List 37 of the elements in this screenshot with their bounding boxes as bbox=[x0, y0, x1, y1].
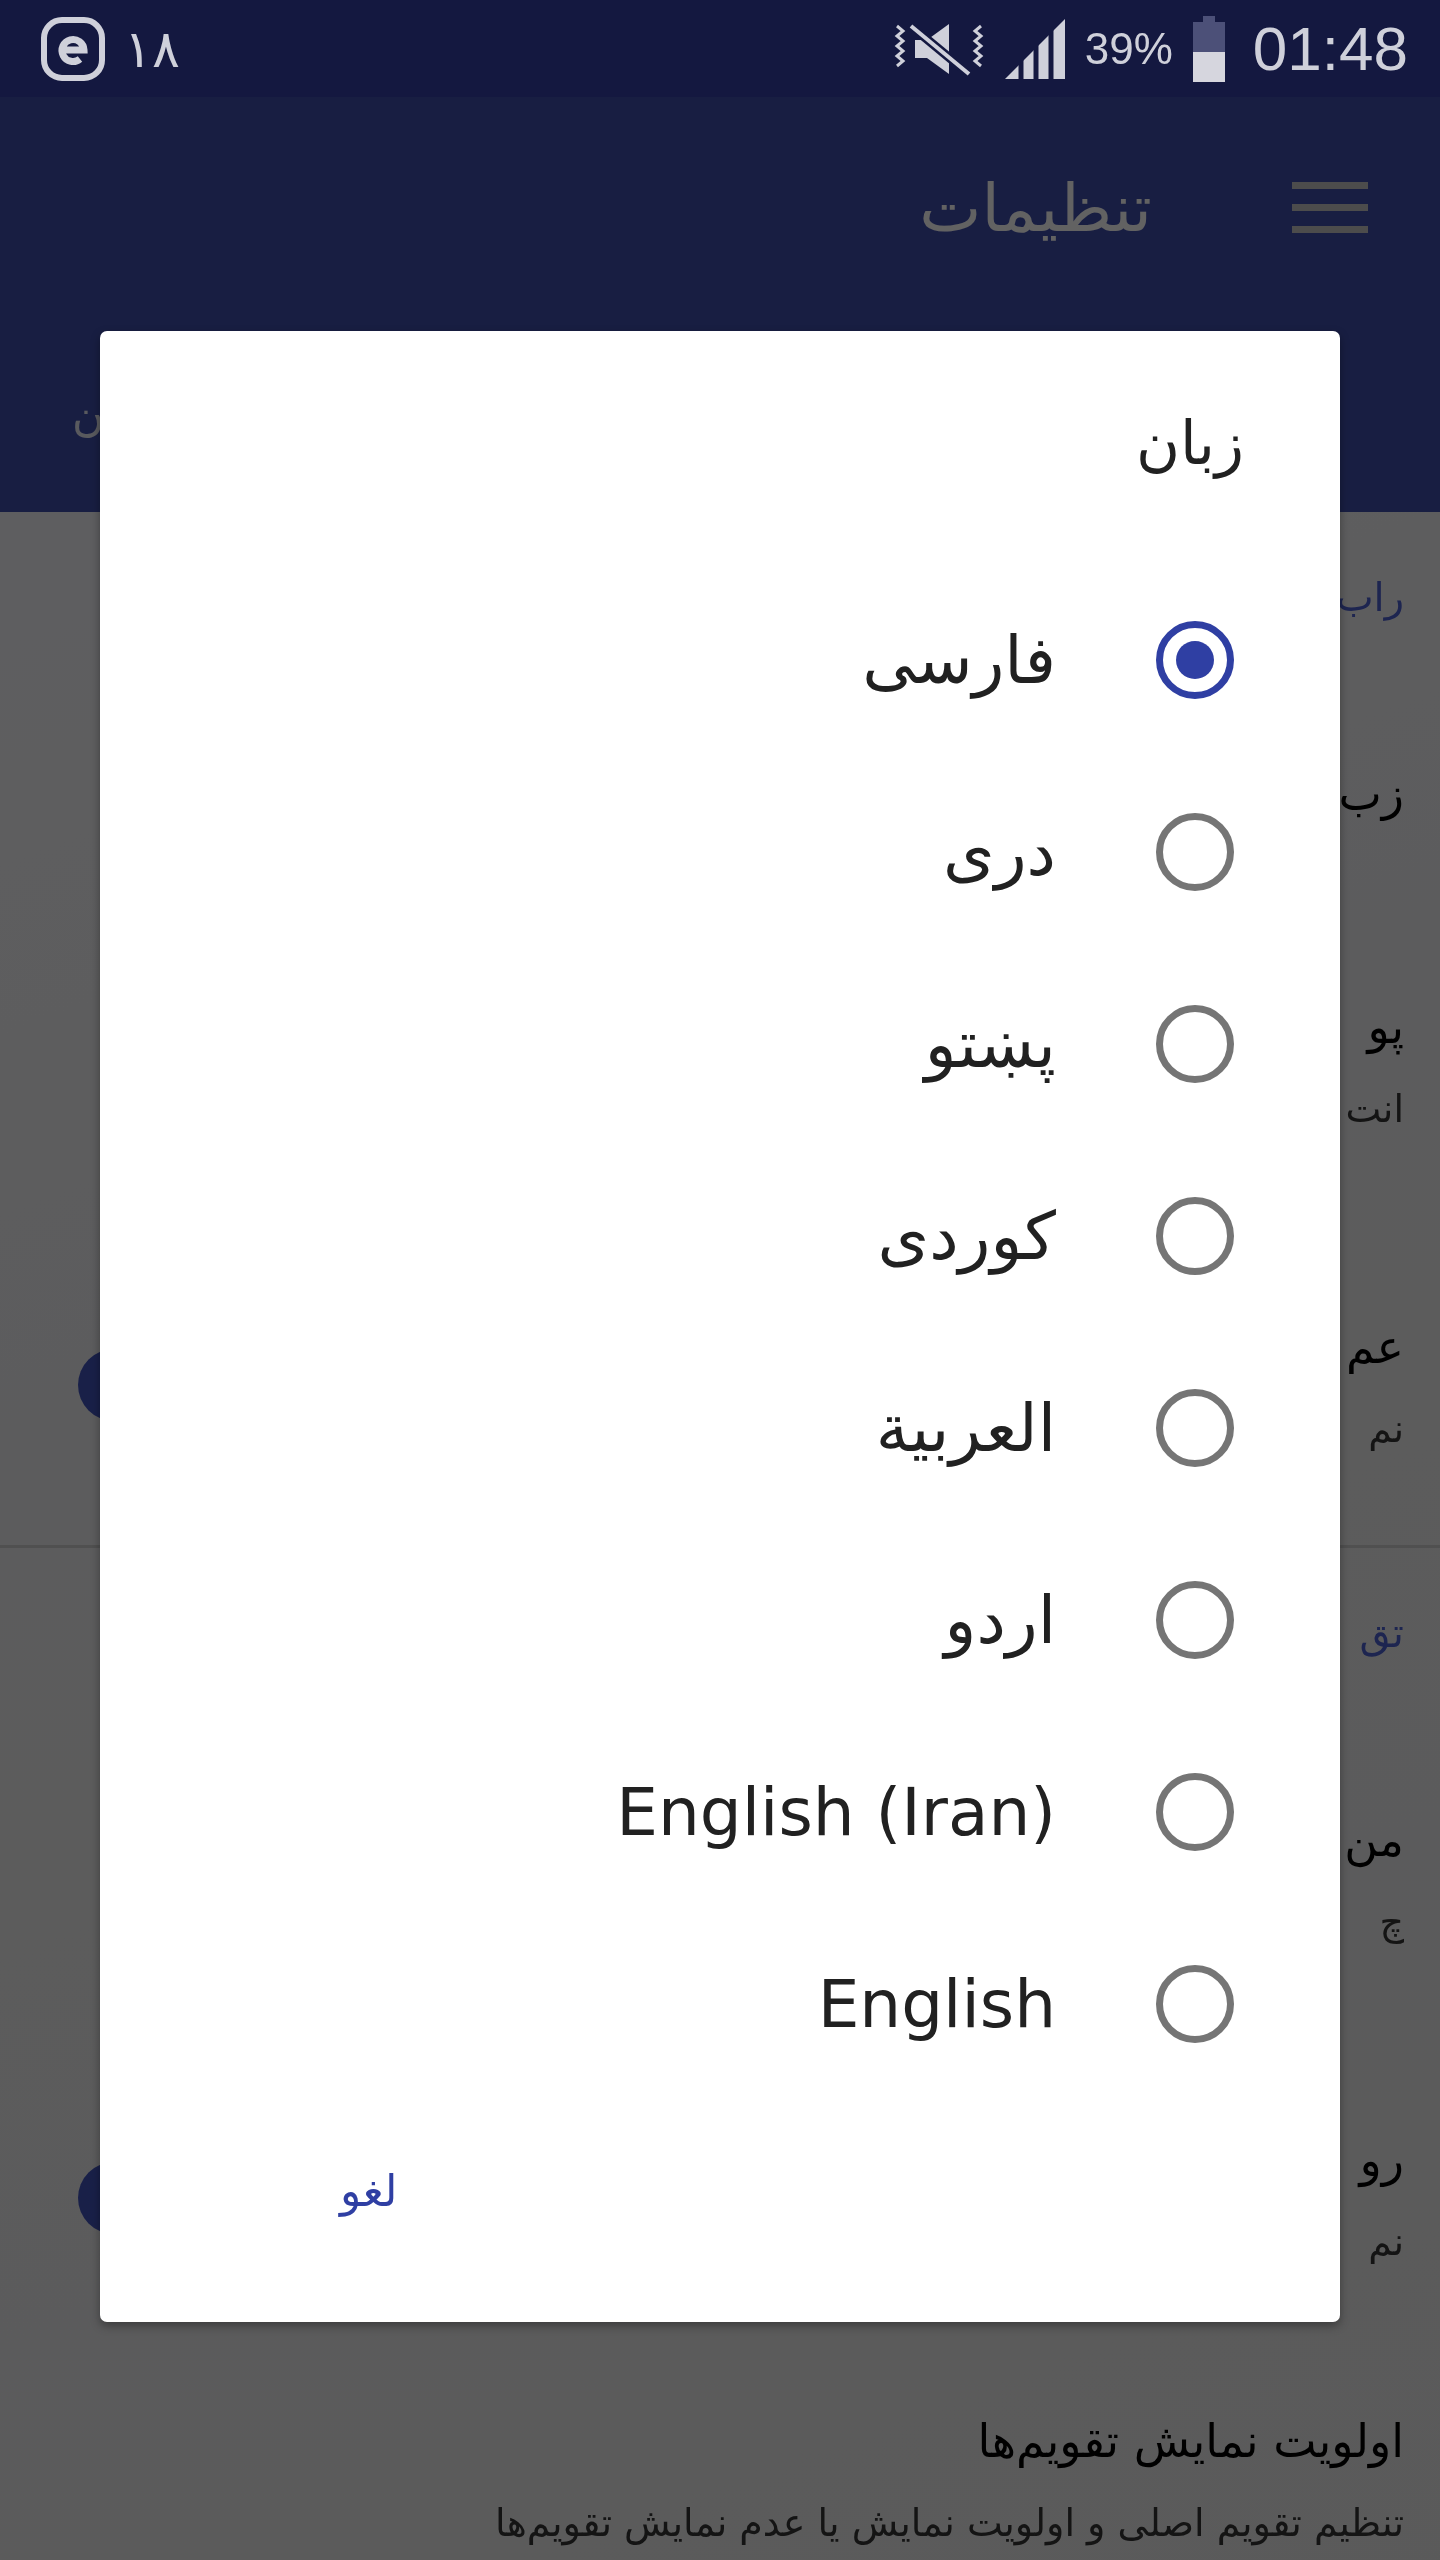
section-header: راب bbox=[1335, 574, 1404, 620]
radio-button[interactable] bbox=[1156, 1773, 1234, 1851]
notification-count: ۱۸ bbox=[124, 18, 180, 79]
language-option[interactable]: English (Iran) bbox=[616, 1773, 1056, 1851]
language-option[interactable]: العربیة bbox=[875, 1389, 1056, 1467]
language-option[interactable]: فارسی bbox=[862, 621, 1056, 699]
setting-title: پو bbox=[1364, 999, 1404, 1057]
radio-button[interactable] bbox=[1156, 1965, 1234, 2043]
menu-icon bbox=[1292, 182, 1368, 234]
clock: 01:48 bbox=[1252, 13, 1408, 84]
radio-button[interactable] bbox=[1156, 1005, 1234, 1083]
radio-button[interactable] bbox=[1156, 1581, 1234, 1659]
setting-description: تنظیم تقویم اصلی و اولویت نمایش یا عدم نمایش تقویم‌ها bbox=[495, 2500, 1404, 2548]
radio-button[interactable] bbox=[1156, 1389, 1234, 1467]
setting-title: من bbox=[1344, 1812, 1404, 1870]
setting-description: چ bbox=[1378, 1899, 1404, 1946]
battery-percent: 39% bbox=[1084, 23, 1173, 74]
setting-description: نم bbox=[1367, 2219, 1404, 2266]
app-notification-icon bbox=[40, 15, 106, 82]
setting-title: رو bbox=[1359, 2132, 1404, 2190]
radio-button[interactable] bbox=[1156, 1197, 1234, 1275]
section-header: تق bbox=[1359, 1610, 1404, 1656]
setting-description: انت bbox=[1345, 1086, 1404, 1133]
radio-button[interactable] bbox=[1156, 813, 1234, 891]
setting-title: عم bbox=[1345, 1319, 1404, 1376]
language-option[interactable]: دری bbox=[943, 813, 1056, 891]
setting-description: نم bbox=[1367, 1406, 1404, 1453]
dialog-title: زبان bbox=[1135, 407, 1244, 478]
setting-title: اولویت نمایش تقویم‌ها bbox=[976, 2413, 1404, 2471]
language-option[interactable]: English bbox=[817, 1965, 1056, 2043]
language-option[interactable]: کوردی bbox=[877, 1197, 1056, 1275]
battery-icon bbox=[1190, 15, 1227, 82]
cancel-button[interactable]: لغو bbox=[310, 2145, 428, 2236]
setting-title: زب bbox=[1338, 765, 1404, 823]
screen-title: تنظیمات bbox=[919, 169, 1152, 247]
language-option[interactable]: پښتو bbox=[924, 1005, 1056, 1083]
radio-button[interactable] bbox=[1156, 621, 1234, 699]
